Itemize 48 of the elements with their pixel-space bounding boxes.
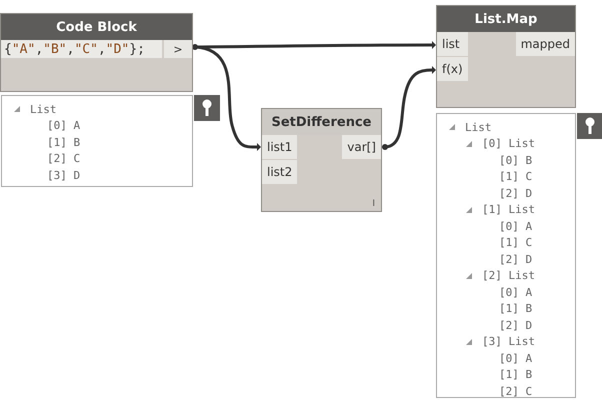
- node-title: Code Block: [1, 14, 192, 40]
- tree-item-label: List: [30, 102, 56, 116]
- expand-triangle-icon[interactable]: [466, 338, 472, 345]
- tree-item-label: [3] List: [482, 335, 535, 348]
- tree-item-label: [0] A: [499, 352, 532, 365]
- node-title: SetDifference: [262, 109, 381, 135]
- tree-item-label: [1] B: [499, 368, 532, 382]
- tree-item-label: [0] A: [499, 220, 532, 233]
- tree-item-label: [2] D: [499, 252, 532, 266]
- output-port[interactable]: var[]: [342, 135, 381, 159]
- tree-item-label: [1] C: [499, 170, 532, 184]
- tree-item-label: [2] C: [499, 384, 532, 398]
- input-port[interactable]: f(x): [437, 57, 468, 81]
- expand-triangle-icon[interactable]: [466, 140, 472, 147]
- code-text[interactable]: {"A","B","C","D"};: [1, 40, 162, 58]
- tree-item-label: [2] List: [482, 269, 535, 282]
- tree-item-label: [0] B: [499, 154, 532, 167]
- port-dot: [382, 144, 388, 150]
- node-card[interactable]: Code Block {"A","B","C","D"}; >: [0, 13, 193, 92]
- tree-item-label: [1] B: [499, 302, 532, 316]
- output-port[interactable]: >: [164, 40, 192, 58]
- input-port[interactable]: list1: [262, 135, 298, 159]
- tree-item-label: [2] C: [47, 152, 80, 166]
- tree-item-label: [2] D: [499, 318, 532, 332]
- expand-triangle-icon[interactable]: [449, 124, 455, 130]
- tree-item-label: [0] List: [482, 137, 535, 150]
- tree-item-label: [0] A: [47, 119, 80, 132]
- node-card[interactable]: List.Map list f(x) mapped: [436, 5, 576, 108]
- input-port[interactable]: list2: [262, 160, 298, 184]
- tree-item-label: [1] C: [499, 236, 532, 250]
- input-port[interactable]: list: [437, 32, 468, 56]
- pin-button[interactable]: [577, 113, 602, 139]
- lacing-indicator: I: [372, 199, 375, 209]
- node-card[interactable]: SetDifference list1 list2 var[] I: [261, 108, 382, 212]
- expand-triangle-icon[interactable]: [14, 106, 20, 112]
- tree-item-label: [1] List: [482, 203, 535, 216]
- pin-icon: [585, 117, 595, 135]
- node-title: List.Map: [437, 6, 575, 32]
- tree-item-label: [3] D: [47, 168, 80, 182]
- expand-triangle-icon[interactable]: [466, 272, 472, 279]
- expand-triangle-icon[interactable]: [466, 206, 472, 213]
- pin-button[interactable]: [194, 95, 220, 121]
- tree-item-label: [1] B: [47, 136, 80, 149]
- output-port[interactable]: mapped: [516, 32, 575, 56]
- pin-icon: [202, 99, 212, 117]
- tree-item-label: List: [465, 120, 492, 134]
- tree-item-label: [2] D: [499, 186, 532, 200]
- tree-item-label: [0] A: [499, 286, 532, 299]
